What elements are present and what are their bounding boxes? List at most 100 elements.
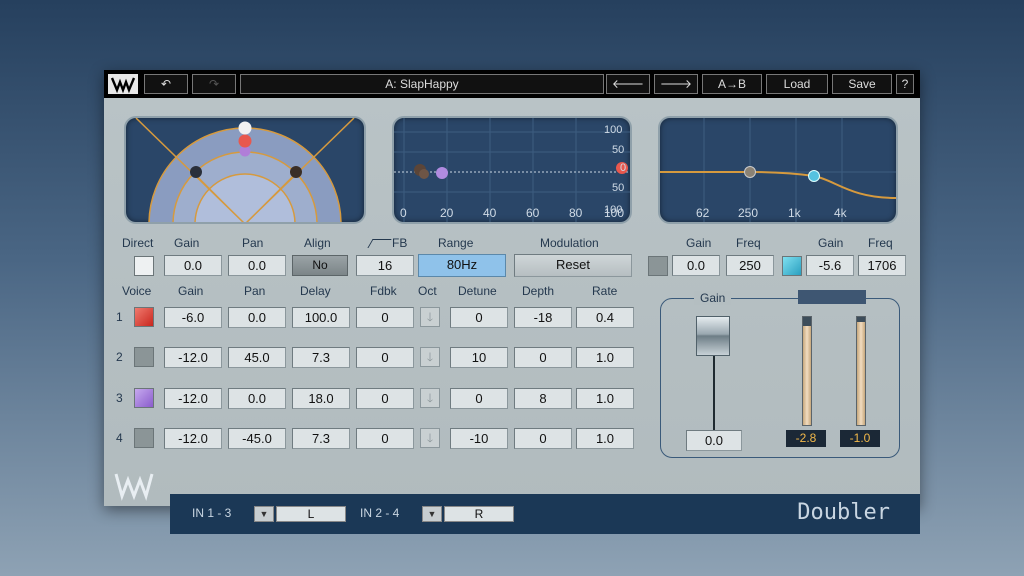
voice-3-oct-button[interactable]: 🡓 (420, 388, 440, 408)
voice-4-depth-field[interactable]: 0 (514, 428, 572, 449)
voice-2-gain-field[interactable]: -12.0 (164, 347, 222, 368)
align-button[interactable]: No (292, 255, 348, 276)
load-button[interactable]: Load (766, 74, 828, 94)
voice-4-rate-field[interactable]: 1.0 (576, 428, 634, 449)
eq-band2-toggle[interactable] (782, 256, 802, 276)
chevron-down-icon: ▼ (427, 509, 437, 519)
range-selector[interactable]: 80Hz (418, 254, 506, 277)
voice-rate-column-label: Rate (592, 284, 618, 298)
eq-gain2-field[interactable]: -5.6 (806, 255, 854, 276)
eq-band1-toggle[interactable] (648, 256, 668, 276)
stereo-field-display[interactable] (124, 116, 366, 224)
range-label: Range (438, 236, 474, 250)
modulation-graph-display[interactable]: 100 50 0 50 100 0 20 40 60 80 100 (392, 116, 632, 224)
x-tick-label: 100 (604, 206, 625, 220)
master-gain-field[interactable]: 0.0 (686, 430, 742, 451)
next-preset-button[interactable]: 🡒 (654, 74, 698, 94)
master-gain-label: Gain (694, 291, 732, 305)
voice-1-oct-button[interactable]: 🡓 (420, 307, 440, 327)
voice-gain-column-label: Gain (178, 284, 204, 298)
voice-1-detune-field[interactable]: 0 (450, 307, 508, 328)
direct-pan-field[interactable]: 0.0 (228, 255, 286, 276)
toolbar: ↶ ↷ A: SlapHappy 🡐 🡒 A→B Load Save ? (104, 70, 920, 98)
modulation-reset-button[interactable]: Reset (514, 254, 632, 277)
voice-4-gain-field[interactable]: -12.0 (164, 428, 222, 449)
input-2-4-dropdown[interactable]: ▼ (422, 506, 442, 522)
voice-1-delay-field[interactable]: 100.0 (292, 307, 350, 328)
voice-4-pan-field[interactable]: -45.0 (228, 428, 286, 449)
x-tick-label: 40 (483, 206, 497, 220)
eq-freq-label-1: Freq (736, 236, 761, 250)
voice-2-depth-field[interactable]: 0 (514, 347, 572, 368)
voice-number: 4 (116, 431, 123, 445)
eq-freq1-field[interactable]: 250 (726, 255, 774, 276)
voice-3-fdbk-field[interactable]: 0 (356, 388, 414, 409)
voice-3-detune-field[interactable]: 0 (450, 388, 508, 409)
voice-fdbk-column-label: Fdbk (370, 284, 397, 298)
redo-button[interactable]: ↷ (192, 74, 236, 94)
eq-gain-label-1: Gain (686, 236, 712, 250)
voice-3-depth-field[interactable]: 8 (514, 388, 572, 409)
voice-1-rate-field[interactable]: 0.4 (576, 307, 634, 328)
voice-2-fdbk-field[interactable]: 0 (356, 347, 414, 368)
x-tick-label: 60 (526, 206, 540, 220)
direct-gain-field[interactable]: 0.0 (164, 255, 222, 276)
save-button[interactable]: Save (832, 74, 892, 94)
voice-1-fdbk-field[interactable]: 0 (356, 307, 414, 328)
voice-1-gain-field[interactable]: -6.0 (164, 307, 222, 328)
fb-field[interactable]: 16 (356, 255, 414, 276)
voice-3-gain-field[interactable]: -12.0 (164, 388, 222, 409)
arrow-down-icon: 🡓 (426, 391, 434, 405)
voice-4-oct-button[interactable]: 🡓 (420, 428, 440, 448)
voice-1-pan-field[interactable]: 0.0 (228, 307, 286, 328)
voice-3-toggle[interactable] (134, 388, 154, 408)
eq-curve-display[interactable]: 62 250 1k 4k (658, 116, 898, 224)
help-button[interactable]: ? (896, 74, 914, 94)
doubler-plugin-window: ↶ ↷ A: SlapHappy 🡐 🡒 A→B Load Save ? 100… (104, 70, 920, 534)
arrow-right-icon: 🡒 (659, 77, 693, 91)
voice-2-toggle[interactable] (134, 347, 154, 367)
input-1-3-value[interactable]: L (276, 506, 346, 522)
arrow-down-icon: 🡓 (426, 350, 434, 364)
voice-4-toggle[interactable] (134, 428, 154, 448)
input-1-3-label: IN 1 - 3 (192, 506, 232, 520)
voice-2-detune-field[interactable]: 10 (450, 347, 508, 368)
waves-logo-icon (108, 74, 138, 94)
direct-toggle[interactable] (134, 256, 154, 276)
voice-2-delay-field[interactable]: 7.3 (292, 347, 350, 368)
modulation-label: Modulation (540, 236, 599, 250)
direct-gain-label: Gain (174, 236, 200, 250)
arrow-down-icon: 🡓 (426, 431, 434, 445)
voice-detune-column-label: Detune (458, 284, 497, 298)
preset-name-display[interactable]: A: SlapHappy (240, 74, 604, 94)
input-2-4-value[interactable]: R (444, 506, 514, 522)
previous-preset-button[interactable]: 🡐 (606, 74, 650, 94)
main-panel: 100 50 0 50 100 0 20 40 60 80 100 62 250… (104, 98, 920, 534)
eq-freq2-field[interactable]: 1706 (858, 255, 906, 276)
voice-1-toggle[interactable] (134, 307, 154, 327)
plugin-name-label: Doubler (797, 500, 890, 525)
arrow-left-icon: 🡐 (611, 77, 645, 91)
bottom-logo-icon (112, 468, 156, 502)
voice-1-depth-field[interactable]: -18 (514, 307, 572, 328)
ab-compare-button[interactable]: A→B (702, 74, 762, 94)
undo-button[interactable]: ↶ (144, 74, 188, 94)
voice-3-pan-field[interactable]: 0.0 (228, 388, 286, 409)
voice-2-pan-field[interactable]: 45.0 (228, 347, 286, 368)
input-1-3-dropdown[interactable]: ▼ (254, 506, 274, 522)
voice-2-oct-button[interactable]: 🡓 (420, 347, 440, 367)
x-tick-label: 1k (788, 206, 801, 220)
redo-icon: ↷ (208, 77, 220, 91)
eq-gain1-field[interactable]: 0.0 (672, 255, 720, 276)
voice-3-delay-field[interactable]: 18.0 (292, 388, 350, 409)
voice-4-detune-field[interactable]: -10 (450, 428, 508, 449)
x-tick-label: 0 (400, 206, 407, 220)
y-tick-label: 50 (612, 182, 625, 194)
voice-4-delay-field[interactable]: 7.3 (292, 428, 350, 449)
voice-3-rate-field[interactable]: 1.0 (576, 388, 634, 409)
voice-number: 1 (116, 310, 123, 324)
master-gain-fader-handle[interactable] (696, 316, 730, 356)
voice-2-rate-field[interactable]: 1.0 (576, 347, 634, 368)
voice-pan-column-label: Pan (244, 284, 266, 298)
voice-4-fdbk-field[interactable]: 0 (356, 428, 414, 449)
